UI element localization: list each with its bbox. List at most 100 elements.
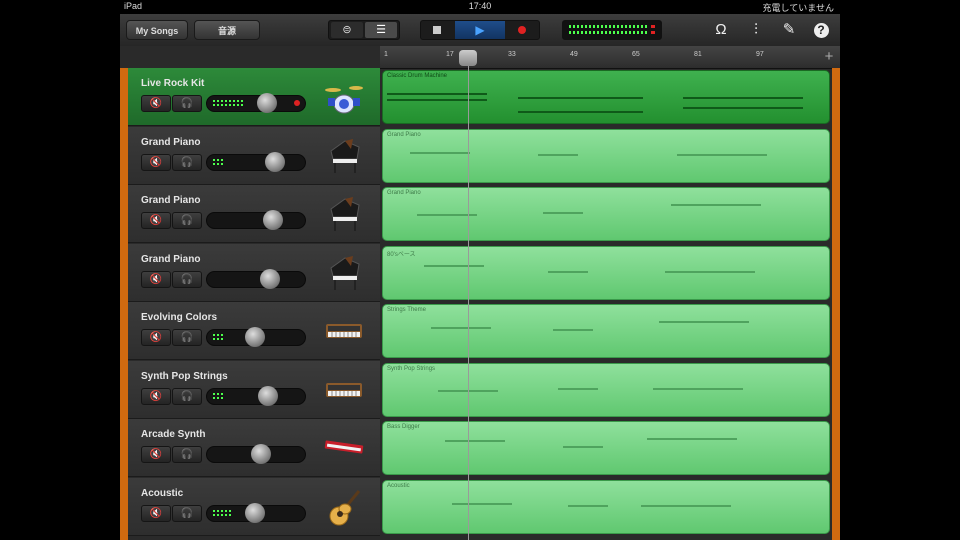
volume-knob[interactable] xyxy=(244,327,265,347)
note-pattern xyxy=(568,504,608,507)
headphones-icon: 🎧 xyxy=(180,273,194,285)
volume-slider[interactable] xyxy=(206,444,306,464)
mute-button[interactable]: 🔇 xyxy=(141,95,171,112)
mute-button[interactable]: 🔇 xyxy=(141,504,171,522)
volume-slider[interactable] xyxy=(206,93,306,113)
region[interactable]: Synth Pop Strings xyxy=(382,362,830,417)
volume-knob[interactable] xyxy=(263,210,283,230)
track-header[interactable]: Grand Piano 🔇 🎧 xyxy=(128,126,380,185)
track-header[interactable]: Grand Piano 🔇 🎧 xyxy=(128,243,380,302)
volume-slider[interactable] xyxy=(206,210,306,230)
track-header[interactable]: Grand Piano 🔇 🎧 xyxy=(128,185,380,243)
meter-dot xyxy=(217,104,219,106)
track-header[interactable]: Acoustic 🔇 🎧 xyxy=(128,477,380,536)
stop-icon[interactable] xyxy=(433,26,441,34)
track-header[interactable]: Evolving Colors 🔇 🎧 xyxy=(128,302,380,360)
volume-knob[interactable] xyxy=(256,93,277,113)
play-icon[interactable]: ▶ xyxy=(455,21,505,39)
meter-dot xyxy=(213,509,215,512)
meter-dot xyxy=(213,162,215,165)
volume-slider[interactable] xyxy=(206,151,306,172)
region[interactable]: 80'sベース xyxy=(382,245,830,300)
loop-browser-icon[interactable]: Ω xyxy=(710,19,732,41)
region[interactable]: Strings Theme xyxy=(382,304,830,358)
meter-dot xyxy=(241,104,243,106)
mixer-icon[interactable]: ⫶ xyxy=(745,19,767,41)
region[interactable]: Grand Piano xyxy=(382,187,830,241)
instrument-view-icon[interactable]: ⊜ xyxy=(331,22,363,38)
mute-button[interactable]: 🔇 xyxy=(141,212,171,229)
drum-kit-icon[interactable] xyxy=(323,78,365,118)
solo-button[interactable]: 🎧 xyxy=(172,329,202,346)
mute-button[interactable]: 🔇 xyxy=(141,446,171,463)
region[interactable]: Bass Digger xyxy=(382,421,830,475)
mute-button[interactable]: 🔇 xyxy=(141,270,171,288)
note-pattern xyxy=(452,502,512,505)
region-name: Acoustic xyxy=(387,482,410,489)
track-header[interactable]: Synth Pop Strings 🔇 🎧 xyxy=(128,360,380,419)
note-pattern xyxy=(647,438,737,440)
volume-knob[interactable] xyxy=(259,268,280,289)
note-pattern xyxy=(677,153,767,156)
solo-button[interactable]: 🎧 xyxy=(172,153,202,171)
meter-dot xyxy=(217,509,219,512)
timeline-ruler[interactable]: 1 17 33 49 65 81 97 + xyxy=(380,46,840,69)
note-pattern xyxy=(543,212,583,214)
note-pattern xyxy=(683,97,803,99)
grand-piano-icon[interactable] xyxy=(323,254,365,294)
volume-knob[interactable] xyxy=(264,151,285,172)
record-icon[interactable] xyxy=(518,26,526,34)
playhead-handle[interactable] xyxy=(459,50,477,66)
mute-button[interactable]: 🔇 xyxy=(141,329,171,346)
add-section-icon[interactable]: + xyxy=(820,48,838,66)
track-name: Live Rock Kit xyxy=(141,78,205,89)
volume-slider[interactable] xyxy=(206,502,306,523)
my-songs-button[interactable]: My Songs xyxy=(126,20,188,40)
region[interactable]: Grand Piano xyxy=(382,128,830,183)
solo-button[interactable]: 🎧 xyxy=(172,95,202,112)
grand-piano-icon[interactable] xyxy=(323,137,365,177)
solo-button[interactable]: 🎧 xyxy=(172,446,202,463)
red-keyboard-icon[interactable] xyxy=(323,429,365,469)
region-name: Grand Piano xyxy=(387,131,421,138)
settings-wrench-icon[interactable]: ✎ xyxy=(778,19,800,41)
meter-dot xyxy=(225,509,227,512)
toolbar: My Songs 音源 ⊜ ☰ ▶ Ω ⫶ ✎ ? xyxy=(120,14,840,47)
note-pattern xyxy=(659,321,749,323)
mute-speaker-icon: 🔇 xyxy=(149,507,163,519)
solo-button[interactable]: 🎧 xyxy=(172,212,202,229)
solo-button[interactable]: 🎧 xyxy=(172,504,202,522)
mute-button[interactable]: 🔇 xyxy=(141,387,171,405)
sound-button[interactable]: 音源 xyxy=(194,20,260,40)
mute-button[interactable]: 🔇 xyxy=(141,153,171,171)
solo-button[interactable]: 🎧 xyxy=(172,387,202,405)
track-header[interactable]: Live Rock Kit 🔇 🎧 xyxy=(128,68,380,126)
meter-dot xyxy=(213,158,215,161)
track-name: Evolving Colors xyxy=(141,312,218,323)
region[interactable]: Acoustic xyxy=(382,479,830,534)
help-icon[interactable]: ? xyxy=(810,19,832,41)
volume-knob[interactable] xyxy=(258,385,279,406)
synth-keyboard-icon[interactable] xyxy=(323,312,365,352)
meter-dot xyxy=(213,338,215,340)
solo-button[interactable]: 🎧 xyxy=(172,270,202,288)
grand-piano-icon[interactable] xyxy=(323,195,365,235)
meter-dot xyxy=(221,100,223,102)
volume-slider[interactable] xyxy=(206,327,306,347)
note-pattern xyxy=(431,327,491,329)
record-enable-icon[interactable] xyxy=(294,100,300,106)
volume-knob[interactable] xyxy=(245,502,266,523)
meter-dot xyxy=(229,104,231,106)
synth-keyboard-icon[interactable] xyxy=(323,371,365,411)
note-pattern xyxy=(683,107,803,109)
ruler-mark: 65 xyxy=(632,51,640,58)
meter-dot xyxy=(221,334,223,336)
volume-slider[interactable] xyxy=(206,385,306,406)
region[interactable]: Classic Drum Machine xyxy=(382,70,830,124)
track-header[interactable]: Arcade Synth 🔇 🎧 xyxy=(128,419,380,477)
volume-knob[interactable] xyxy=(251,444,271,464)
volume-slider[interactable] xyxy=(206,268,306,289)
tracks-view-icon[interactable]: ☰ xyxy=(365,22,397,38)
acoustic-guitar-icon[interactable] xyxy=(323,488,365,528)
ruler-mark: 49 xyxy=(570,51,578,58)
